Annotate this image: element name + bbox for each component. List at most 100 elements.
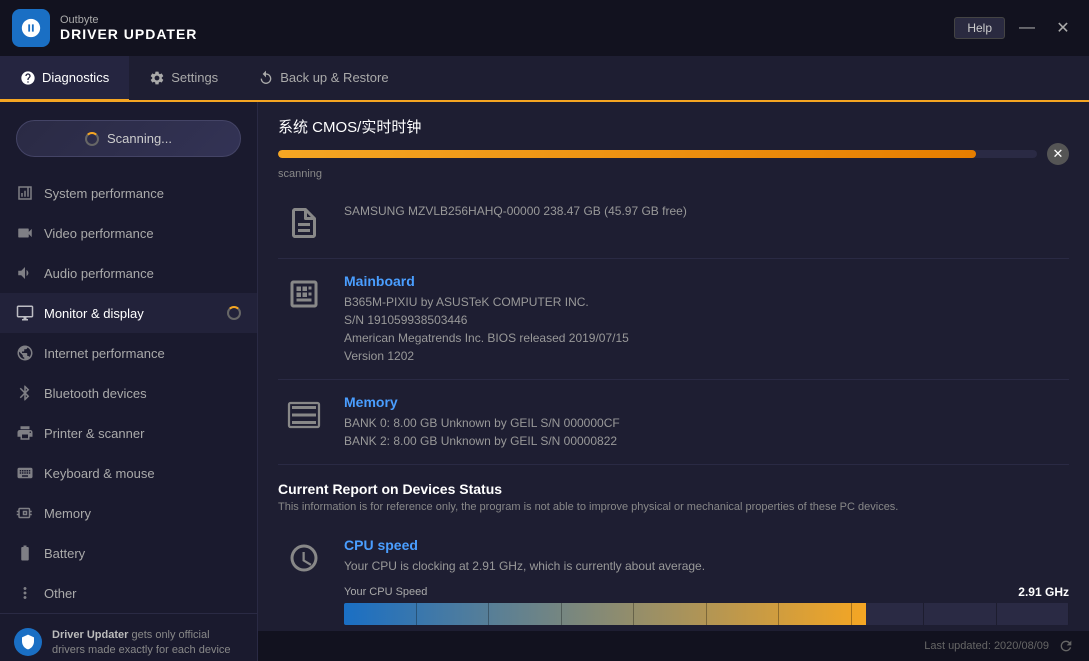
- help-button[interactable]: Help: [954, 17, 1005, 39]
- sidebar-item-other[interactable]: Other: [0, 573, 257, 613]
- video-performance-icon: [16, 224, 34, 242]
- minimize-button[interactable]: —: [1013, 14, 1041, 42]
- bluetooth-devices-icon: [16, 384, 34, 402]
- cpu-speed-name: CPU speed: [344, 537, 1069, 553]
- cpu-bar-grid: [344, 603, 1069, 625]
- report-section-header: Current Report on Devices Status This in…: [278, 481, 1069, 515]
- shield-icon-wrap: [14, 628, 42, 656]
- cpu-speed-desc: Your CPU is clocking at 2.91 GHz, which …: [344, 557, 1069, 575]
- monitor-display-icon: [16, 304, 34, 322]
- scan-title: 系统 CMOS/实时时钟: [278, 116, 1069, 137]
- device-item-memory: Memory BANK 0: 8.00 GB Unknown by GEIL S…: [278, 380, 1069, 465]
- hdd-icon-wrap: [278, 202, 330, 244]
- sidebar-label-internet-performance: Internet performance: [44, 346, 165, 361]
- tab-settings-label: Settings: [171, 70, 218, 85]
- cpu-speed-icon-wrap: [278, 537, 330, 579]
- printer-scanner-icon: [16, 424, 34, 442]
- window-controls: Help — ✕: [954, 14, 1077, 42]
- cpu-bar-wrap: Your CPU Speed 2.91 GHz: [344, 585, 1069, 625]
- close-button[interactable]: ✕: [1049, 14, 1077, 42]
- memory-device-icon: [282, 397, 326, 433]
- mainboard-device-name: Mainboard: [344, 273, 1069, 289]
- sidebar-label-monitor-display: Monitor & display: [44, 306, 144, 321]
- content-area: 系统 CMOS/实时时钟 ✕ scanning SAMSUNG: [258, 102, 1089, 661]
- sidebar-label-keyboard-mouse: Keyboard & mouse: [44, 466, 155, 481]
- scan-header: 系统 CMOS/实时时钟 ✕ scanning: [258, 102, 1089, 188]
- sidebar-item-system-performance[interactable]: System performance: [0, 173, 257, 213]
- sidebar-item-internet-performance[interactable]: Internet performance: [0, 333, 257, 373]
- scan-button[interactable]: Scanning...: [16, 120, 241, 157]
- cpu-bar-value: 2.91 GHz: [1018, 585, 1069, 599]
- scan-button-label: Scanning...: [107, 131, 172, 146]
- footer-brand: Driver Updater: [52, 629, 128, 641]
- tabbar: Diagnostics Settings Back up & Restore: [0, 56, 1089, 102]
- shield-icon: [20, 634, 36, 650]
- memory-icon-wrap: [278, 394, 330, 436]
- tab-diagnostics-label: Diagnostics: [42, 70, 109, 85]
- progress-bar-inner: [278, 150, 976, 158]
- content-scroll: SAMSUNG MZVLB256HAHQ-00000 238.47 GB (45…: [258, 188, 1089, 631]
- tab-backup-restore[interactable]: Back up & Restore: [238, 56, 408, 102]
- hdd-device-info: SAMSUNG MZVLB256HAHQ-00000 238.47 GB (45…: [344, 202, 1069, 220]
- sidebar-item-keyboard-mouse[interactable]: Keyboard & mouse: [0, 453, 257, 493]
- sidebar-label-system-performance: System performance: [44, 186, 164, 201]
- mainboard-device-icon: [282, 276, 326, 312]
- memory-icon: [16, 504, 34, 522]
- tab-backup-restore-label: Back up & Restore: [280, 70, 388, 85]
- sidebar-item-memory[interactable]: Memory: [0, 493, 257, 533]
- sidebar-label-audio-performance: Audio performance: [44, 266, 154, 281]
- titlebar: Outbyte DRIVER UPDATER Help — ✕: [0, 0, 1089, 56]
- internet-performance-icon: [16, 344, 34, 362]
- tab-settings[interactable]: Settings: [129, 56, 238, 102]
- scan-status: scanning: [278, 168, 1069, 180]
- scan-spinner: [85, 132, 99, 146]
- mainboard-icon-wrap: [278, 273, 330, 315]
- sidebar-label-bluetooth-devices: Bluetooth devices: [44, 386, 147, 401]
- sidebar-item-video-performance[interactable]: Video performance: [0, 213, 257, 253]
- device-item-hdd: SAMSUNG MZVLB256HAHQ-00000 238.47 GB (45…: [278, 188, 1069, 259]
- report-section-title: Current Report on Devices Status: [278, 481, 1069, 497]
- refresh-button[interactable]: [1057, 637, 1075, 655]
- cpu-speed-item: CPU speed Your CPU is clocking at 2.91 G…: [278, 523, 1069, 631]
- device-item-mainboard: Mainboard B365M-PIXIU by ASUSTeK COMPUTE…: [278, 259, 1069, 380]
- sidebar-label-video-performance: Video performance: [44, 226, 154, 241]
- battery-icon: [16, 544, 34, 562]
- memory-device-detail: BANK 0: 8.00 GB Unknown by GEIL S/N 0000…: [344, 414, 1069, 450]
- sidebar-label-memory: Memory: [44, 506, 91, 521]
- refresh-icon: [1058, 638, 1074, 654]
- cpu-bar-outer: [344, 603, 1069, 625]
- mainboard-device-info: Mainboard B365M-PIXIU by ASUSTeK COMPUTE…: [344, 273, 1069, 365]
- memory-device-info: Memory BANK 0: 8.00 GB Unknown by GEIL S…: [344, 394, 1069, 450]
- hdd-device-detail: SAMSUNG MZVLB256HAHQ-00000 238.47 GB (45…: [344, 202, 1069, 220]
- cpu-bar-label-row: Your CPU Speed 2.91 GHz: [344, 585, 1069, 599]
- sidebar: Scanning... System performance Video per…: [0, 102, 258, 661]
- diagnostics-icon: [20, 70, 36, 86]
- sidebar-label-printer-scanner: Printer & scanner: [44, 426, 144, 441]
- mainboard-device-detail: B365M-PIXIU by ASUSTeK COMPUTER INC. S/N…: [344, 293, 1069, 365]
- memory-device-name: Memory: [344, 394, 1069, 410]
- progress-bar-outer: [278, 150, 1037, 158]
- cpu-bar-label: Your CPU Speed: [344, 586, 427, 598]
- sidebar-label-battery: Battery: [44, 546, 85, 561]
- app-name-group: Outbyte DRIVER UPDATER: [60, 14, 197, 42]
- tab-diagnostics[interactable]: Diagnostics: [0, 56, 129, 102]
- sidebar-item-monitor-display[interactable]: Monitor & display: [0, 293, 257, 333]
- sidebar-item-bluetooth-devices[interactable]: Bluetooth devices: [0, 373, 257, 413]
- last-updated-text: Last updated: 2020/08/09: [924, 640, 1049, 652]
- sidebar-item-audio-performance[interactable]: Audio performance: [0, 253, 257, 293]
- close-scan-button[interactable]: ✕: [1047, 143, 1069, 165]
- system-performance-icon: [16, 184, 34, 202]
- sidebar-item-battery[interactable]: Battery: [0, 533, 257, 573]
- sidebar-label-other: Other: [44, 586, 77, 601]
- footer-text: Driver Updater gets only official driver…: [52, 628, 243, 661]
- progress-bar-wrap: ✕: [278, 143, 1069, 165]
- app-name-top: Outbyte: [60, 14, 197, 26]
- cpu-speed-info: CPU speed Your CPU is clocking at 2.91 G…: [344, 537, 1069, 625]
- backup-icon: [258, 70, 274, 86]
- cpu-speed-icon: [282, 540, 326, 576]
- sidebar-footer: Driver Updater gets only official driver…: [0, 613, 257, 661]
- app-name-bottom: DRIVER UPDATER: [60, 26, 197, 42]
- other-icon: [16, 584, 34, 602]
- report-section-subtitle: This information is for reference only, …: [278, 500, 1069, 515]
- sidebar-item-printer-scanner[interactable]: Printer & scanner: [0, 413, 257, 453]
